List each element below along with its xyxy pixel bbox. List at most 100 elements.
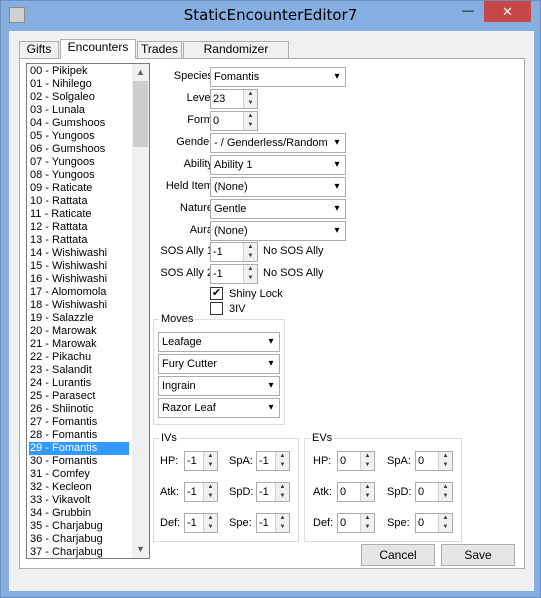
list-item[interactable]: 26 - Shiinotic	[29, 403, 129, 416]
up-arrow-icon[interactable]: ▲	[244, 112, 257, 121]
up-arrow-icon[interactable]: ▲	[439, 452, 452, 461]
list-item[interactable]: 37 - Charjabug	[29, 546, 129, 558]
move-4-dropdown[interactable]: Razor Leaf ▾	[158, 398, 280, 418]
list-item[interactable]: 09 - Raticate	[29, 182, 129, 195]
form-stepper[interactable]: 0 ▲ ▼	[210, 111, 258, 131]
list-item[interactable]: 22 - Pikachu	[29, 351, 129, 364]
ev-atk-stepper[interactable]: 0 ▲ ▼	[337, 482, 375, 502]
down-arrow-icon[interactable]: ▼	[439, 492, 452, 501]
tab-randomizer-options[interactable]: Randomizer Options	[183, 41, 289, 71]
list-item[interactable]: 17 - Alomomola	[29, 286, 129, 299]
ev-def-stepper[interactable]: 0 ▲ ▼	[337, 513, 375, 533]
up-arrow-icon[interactable]: ▲	[204, 514, 217, 523]
up-arrow-icon[interactable]: ▲	[361, 452, 374, 461]
list-item[interactable]: 03 - Lunala	[29, 104, 129, 117]
save-button[interactable]: Save	[441, 544, 515, 566]
list-scrollbar[interactable]: ▲ ▼	[132, 64, 149, 558]
down-arrow-icon[interactable]: ▼	[361, 461, 374, 470]
up-arrow-icon[interactable]: ▲	[439, 483, 452, 492]
list-item[interactable]: 15 - Wishiwashi	[29, 260, 129, 273]
up-arrow-icon[interactable]: ▲	[244, 90, 257, 99]
down-arrow-icon[interactable]: ▼	[244, 252, 257, 261]
list-item[interactable]: 36 - Charjabug	[29, 533, 129, 546]
list-item[interactable]: 25 - Parasect	[29, 390, 129, 403]
iv-spd-stepper[interactable]: -1 ▲ ▼	[256, 482, 290, 502]
iv-hp-stepper[interactable]: -1 ▲ ▼	[184, 451, 218, 471]
list-item[interactable]: 16 - Wishiwashi	[29, 273, 129, 286]
down-arrow-icon[interactable]: ▼	[204, 461, 217, 470]
down-arrow-icon[interactable]: ▼	[361, 523, 374, 532]
shiny-lock-checkbox[interactable]: ✔	[210, 287, 223, 300]
list-item[interactable]: 08 - Yungoos	[29, 169, 129, 182]
list-item[interactable]: 00 - Pikipek	[29, 65, 129, 78]
cancel-button[interactable]: Cancel	[361, 544, 435, 566]
move-2-dropdown[interactable]: Fury Cutter ▾	[158, 354, 280, 374]
ev-spa-stepper[interactable]: 0 ▲ ▼	[415, 451, 453, 471]
up-arrow-icon[interactable]: ▲	[276, 452, 289, 461]
up-arrow-icon[interactable]: ▲	[439, 514, 452, 523]
sos-ally-1-stepper[interactable]: -1 ▲ ▼	[210, 242, 258, 262]
list-item[interactable]: 11 - Raticate	[29, 208, 129, 221]
list-item[interactable]: 14 - Wishiwashi	[29, 247, 129, 260]
list-item[interactable]: 32 - Kecleon	[29, 481, 129, 494]
scroll-thumb[interactable]	[133, 81, 148, 147]
aura-dropdown[interactable]: (None) ▾	[210, 221, 346, 241]
up-arrow-icon[interactable]: ▲	[361, 483, 374, 492]
up-arrow-icon[interactable]: ▲	[244, 265, 257, 274]
list-item[interactable]: 07 - Yungoos	[29, 156, 129, 169]
list-item[interactable]: 04 - Gumshoos	[29, 117, 129, 130]
iv-spa-stepper[interactable]: -1 ▲ ▼	[256, 451, 290, 471]
gender-dropdown[interactable]: - / Genderless/Random ▾	[210, 133, 346, 153]
down-arrow-icon[interactable]: ▼	[244, 274, 257, 283]
move-3-dropdown[interactable]: Ingrain ▾	[158, 376, 280, 396]
down-arrow-icon[interactable]: ▼	[276, 492, 289, 501]
up-arrow-icon[interactable]: ▲	[204, 452, 217, 461]
down-arrow-icon[interactable]: ▼	[244, 121, 257, 130]
species-dropdown[interactable]: Fomantis ▾	[210, 67, 346, 87]
list-item[interactable]: 24 - Lurantis	[29, 377, 129, 390]
up-arrow-icon[interactable]: ▲	[204, 483, 217, 492]
up-arrow-icon[interactable]: ▲	[276, 514, 289, 523]
tab-trades[interactable]: Trades	[137, 41, 182, 58]
down-arrow-icon[interactable]: ▼	[244, 99, 257, 108]
3iv-checkbox[interactable]	[210, 302, 223, 315]
list-item[interactable]: 23 - Salandit	[29, 364, 129, 377]
tab-encounters[interactable]: Encounters	[60, 39, 136, 59]
scroll-down-arrow-icon[interactable]: ▼	[132, 541, 149, 558]
tab-gifts[interactable]: Gifts	[19, 41, 59, 58]
list-item[interactable]: 02 - Solgaleo	[29, 91, 129, 104]
down-arrow-icon[interactable]: ▼	[204, 523, 217, 532]
scroll-up-arrow-icon[interactable]: ▲	[132, 64, 149, 81]
down-arrow-icon[interactable]: ▼	[361, 492, 374, 501]
up-arrow-icon[interactable]: ▲	[361, 514, 374, 523]
list-item[interactable]: 33 - Vikavolt	[29, 494, 129, 507]
list-item[interactable]: 30 - Fomantis	[29, 455, 129, 468]
list-item[interactable]: 10 - Rattata	[29, 195, 129, 208]
title-bar[interactable]: StaticEncounterEditor7 — ✕	[1, 1, 540, 31]
list-item[interactable]: 05 - Yungoos	[29, 130, 129, 143]
list-item[interactable]: 12 - Rattata	[29, 221, 129, 234]
list-item[interactable]: 29 - Fomantis	[29, 442, 129, 455]
close-button[interactable]: ✕	[484, 1, 531, 22]
ev-spd-stepper[interactable]: 0 ▲ ▼	[415, 482, 453, 502]
iv-def-stepper[interactable]: -1 ▲ ▼	[184, 513, 218, 533]
list-item[interactable]: 06 - Gumshoos	[29, 143, 129, 156]
down-arrow-icon[interactable]: ▼	[204, 492, 217, 501]
ev-hp-stepper[interactable]: 0 ▲ ▼	[337, 451, 375, 471]
down-arrow-icon[interactable]: ▼	[439, 523, 452, 532]
list-item[interactable]: 18 - Wishiwashi	[29, 299, 129, 312]
down-arrow-icon[interactable]: ▼	[439, 461, 452, 470]
list-item[interactable]: 34 - Grubbin	[29, 507, 129, 520]
list-item[interactable]: 13 - Rattata	[29, 234, 129, 247]
nature-dropdown[interactable]: Gentle ▾	[210, 199, 346, 219]
iv-atk-stepper[interactable]: -1 ▲ ▼	[184, 482, 218, 502]
list-item[interactable]: 35 - Charjabug	[29, 520, 129, 533]
list-item[interactable]: 20 - Marowak	[29, 325, 129, 338]
list-item[interactable]: 01 - Nihilego	[29, 78, 129, 91]
list-item[interactable]: 27 - Fomantis	[29, 416, 129, 429]
down-arrow-icon[interactable]: ▼	[276, 523, 289, 532]
up-arrow-icon[interactable]: ▲	[276, 483, 289, 492]
list-item[interactable]: 21 - Marowak	[29, 338, 129, 351]
minimize-button[interactable]: —	[455, 1, 481, 21]
encounter-listbox[interactable]: 00 - Pikipek 01 - Nihilego 02 - Solgaleo 03…	[26, 63, 150, 559]
